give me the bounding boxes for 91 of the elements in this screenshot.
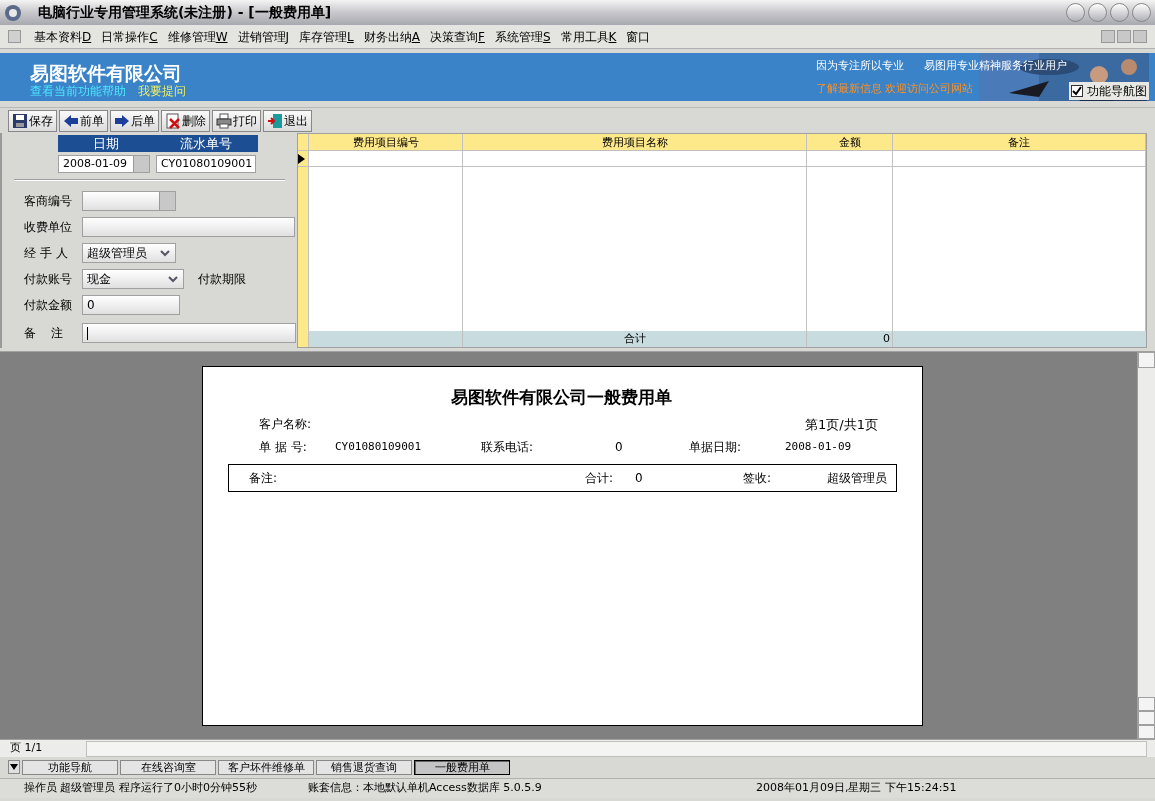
column-header: 费用项目名称 [463, 134, 807, 150]
toolbar-button[interactable]: 保存 [8, 109, 57, 132]
column-header: 流水单号 [154, 135, 258, 152]
row-header-cell [298, 331, 309, 347]
field-label: 付款金额 [24, 297, 73, 314]
doc-date-label: 单据日期: [689, 439, 743, 456]
window-tab[interactable]: 功能导航 [22, 759, 118, 775]
serial-field[interactable]: CY01080109001 [156, 155, 256, 173]
ask-link[interactable]: 我要提问 [138, 84, 186, 98]
field-label: 收费单位 [24, 219, 73, 236]
menu-item[interactable]: 库存管理L [294, 27, 359, 46]
text-cursor [87, 326, 88, 340]
field-label: 经 手 人 [24, 245, 69, 262]
sign-label: 签收: [743, 470, 773, 487]
toolbar-button[interactable]: 退出 [263, 109, 312, 132]
delete-icon [165, 112, 181, 129]
child-window-button[interactable] [1117, 30, 1131, 43]
window-title: 电脑行业专用管理系统(未注册) - [一般费用单] [38, 3, 332, 22]
toolbar-button[interactable]: 后单 [110, 109, 159, 132]
field-label: 备 注 [24, 325, 65, 342]
window-control-button[interactable] [1132, 3, 1151, 22]
news-text: 了解最新信息 欢迎访问公司网站 [816, 80, 975, 97]
toolbar-button[interactable]: 删除 [161, 109, 210, 132]
lookup-field[interactable] [82, 191, 176, 211]
dropdown-field[interactable]: 超级管理员 [82, 243, 176, 263]
app-icon [4, 3, 22, 22]
horizontal-scrollbar[interactable] [86, 740, 1147, 757]
slogan-text: 易图用专业精神服务行业用户 [924, 58, 1067, 74]
column-header: 备注 [893, 134, 1146, 150]
nav-map-checkbox[interactable]: 功能导航图 [1069, 82, 1149, 100]
menu-item[interactable]: 维修管理W [162, 27, 233, 46]
menu-item[interactable]: 基本资料D [29, 27, 97, 46]
window-tab[interactable]: 一般费用单 [414, 759, 510, 775]
column-header: 费用项目编号 [309, 134, 463, 150]
window-control-button[interactable] [1066, 3, 1085, 22]
field-label: 客商编号 [24, 193, 73, 210]
menu-item[interactable]: 进销管理J [232, 27, 295, 46]
report-title: 易图软件有限公司一般费用单 [451, 386, 672, 409]
left-arrow-icon [63, 112, 79, 129]
toolbar-button[interactable]: 打印 [212, 109, 261, 132]
doc-number: CY01080109001 [335, 438, 423, 455]
dropdown-field[interactable]: 现金 [82, 269, 184, 289]
printer-icon [216, 112, 232, 129]
right-arrow-icon [114, 112, 130, 129]
page-number: 第1页/共1页 [805, 415, 878, 434]
window-tab[interactable]: 客户坏件维修单 [218, 759, 314, 775]
datetime-status: 2008年01月09日,星期三 下午15:24:51 [756, 780, 957, 797]
phone-label: 联系电话: [481, 439, 535, 456]
date-field[interactable]: 2008-01-09 [58, 155, 150, 173]
doc-date: 2008-01-09 [785, 438, 852, 455]
total-value: 0 [635, 470, 644, 487]
customer-label: 客户名称: [259, 415, 312, 433]
doc-number-label: 单 据 号: [259, 439, 308, 456]
toolbar-button[interactable]: 前单 [59, 109, 108, 132]
vertical-scrollbar[interactable] [1137, 352, 1155, 739]
field-label: 付款账号 [24, 271, 73, 288]
lookup-button[interactable] [159, 192, 175, 210]
menu-item[interactable]: 日常操作C [96, 27, 163, 46]
column-header: 日期 [58, 135, 154, 152]
operator-status: 操作员 超级管理员 程序运行了0小时0分钟55秒 [23, 780, 258, 797]
window-tab[interactable]: 销售退货查询 [316, 759, 412, 775]
child-window-button[interactable] [1101, 30, 1115, 43]
row-pointer-icon [298, 153, 305, 164]
door-exit-icon [267, 112, 283, 129]
input-field[interactable] [82, 217, 295, 237]
slogan-text: 因为专注所以专业 [816, 58, 904, 74]
menu-item[interactable]: 系统管理S [489, 27, 556, 46]
company-name: 易图软件有限公司 [30, 62, 183, 84]
window-control-button[interactable] [1110, 3, 1129, 22]
total-label: 合计: [585, 470, 615, 487]
signer-name: 超级管理员 [827, 470, 887, 487]
menu-grip-icon [8, 30, 21, 43]
input-field[interactable]: 0 [82, 295, 180, 315]
column-header: 金额 [807, 134, 893, 150]
account-status: 账套信息：本地默认单机Access数据库 5.0.5.9 [307, 780, 543, 797]
date-picker-button[interactable] [133, 156, 149, 172]
check-icon [1072, 86, 1082, 96]
phone-value: 0 [615, 439, 624, 456]
window-tab[interactable]: 在线咨询室 [120, 759, 216, 775]
menu-item[interactable]: 财务出纳A [358, 27, 425, 46]
child-window-button[interactable] [1133, 30, 1147, 43]
menu-item[interactable]: 窗口 [621, 27, 656, 46]
menu-item[interactable]: 常用工具K [555, 27, 622, 46]
total-label: 合计 [463, 331, 807, 347]
remark-label: 备注: [249, 470, 279, 487]
total-amount: 0 [807, 331, 893, 347]
field-label: 付款期限 [198, 271, 246, 288]
window-control-button[interactable] [1088, 3, 1107, 22]
memo-field[interactable] [82, 323, 296, 343]
page-indicator: 页 1/1 [9, 740, 44, 757]
menu-item[interactable]: 决策查询F [424, 27, 490, 46]
